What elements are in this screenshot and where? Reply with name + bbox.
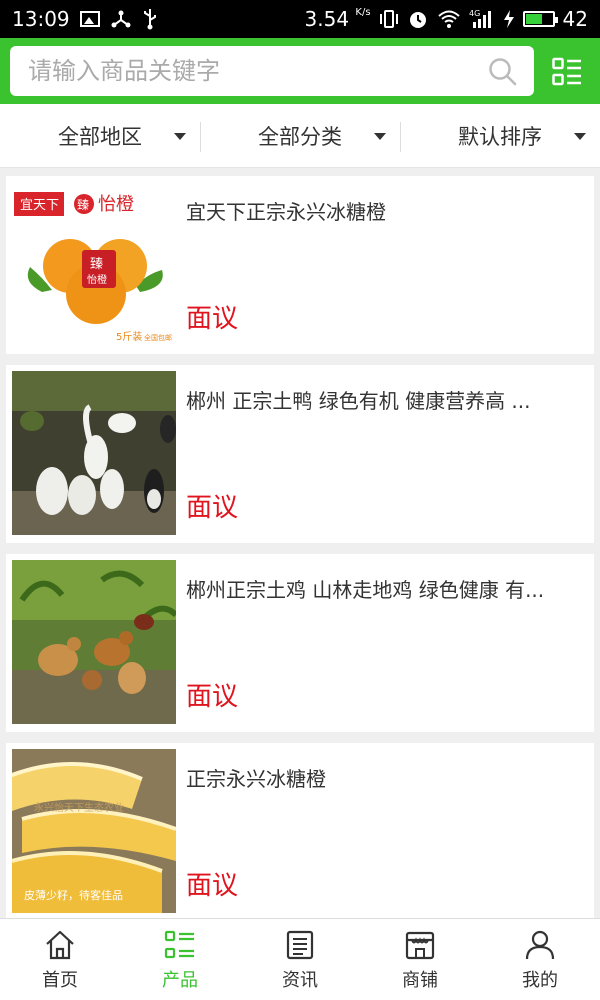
nav-shop-label: 商铺 xyxy=(402,969,438,991)
svg-text:5斤装: 5斤装 xyxy=(116,330,142,343)
filter-sort[interactable]: 默认排序 xyxy=(400,104,600,167)
filter-category-label: 全部分类 xyxy=(258,124,342,149)
caret-down-icon xyxy=(174,133,186,140)
nav-products-label: 产品 xyxy=(162,969,198,991)
filter-sort-label: 默认排序 xyxy=(458,124,542,149)
ducks-image[interactable] xyxy=(12,371,176,535)
filter-bar: 全部地区 全部分类 默认排序 xyxy=(0,104,600,168)
wifi-icon xyxy=(437,10,460,28)
nav-products[interactable]: 产品 xyxy=(120,919,240,1000)
nav-mine[interactable]: 我的 xyxy=(480,919,600,1000)
product-price: 面议 xyxy=(186,493,239,523)
alarm-icon xyxy=(409,12,426,28)
nav-home-label: 首页 xyxy=(42,969,78,991)
svg-text:怡橙: 怡橙 xyxy=(98,194,134,215)
nav-news[interactable]: 资讯 xyxy=(240,919,360,1000)
product-list-icon xyxy=(164,930,194,958)
filter-region-label: 全部地区 xyxy=(58,124,142,149)
nav-home[interactable]: 首页 xyxy=(0,919,120,1000)
svg-text:皮薄少籽，待客佳品: 皮薄少籽，待客佳品 xyxy=(24,888,123,902)
filter-category[interactable]: 全部分类 xyxy=(200,104,400,167)
product-title[interactable]: 郴州正宗土鸡 山林走地鸡 绿色健康 有... xyxy=(186,574,582,603)
product-price: 面议 xyxy=(186,682,239,712)
search-input[interactable] xyxy=(28,57,468,85)
charging-icon xyxy=(503,10,514,28)
nav-news-label: 资讯 xyxy=(282,969,318,991)
svg-text:怡橙: 怡橙 xyxy=(87,273,107,286)
battery-level: 42 xyxy=(562,7,588,31)
news-icon xyxy=(286,930,314,959)
orange-slices-image[interactable]: 永兴怡天下生态农业 皮薄少籽，待客佳品 xyxy=(12,749,176,913)
svg-text:臻: 臻 xyxy=(77,198,89,212)
home-icon xyxy=(46,930,74,959)
orange-product-image[interactable]: 宜天下 臻 怡橙 臻 怡橙 5斤装 全国包邮 xyxy=(12,182,176,346)
caret-down-icon xyxy=(574,133,586,140)
signal-icon: 4G xyxy=(469,9,491,28)
nav-shop[interactable]: 商铺 xyxy=(360,919,480,1000)
status-time: 13:09 xyxy=(12,7,70,31)
vibrate-icon xyxy=(379,10,398,28)
svg-text:宜天下: 宜天下 xyxy=(20,198,59,213)
product-price: 面议 xyxy=(186,304,239,334)
battery-icon xyxy=(522,11,558,27)
svg-text:永兴怡天下生态农业: 永兴怡天下生态农业 xyxy=(34,801,124,814)
product-price: 面议 xyxy=(186,871,239,901)
svg-text:臻: 臻 xyxy=(90,257,103,272)
bottom-nav: 首页 产品 资讯 商铺 我的 xyxy=(0,918,600,1000)
header xyxy=(0,38,600,104)
product-title[interactable]: 正宗永兴冰糖橙 xyxy=(186,763,582,792)
search-icon[interactable] xyxy=(488,57,518,87)
status-bar: 13:09 3.54 K/s 4G 42 xyxy=(0,0,600,38)
shop-icon xyxy=(405,931,435,959)
user-icon xyxy=(525,930,555,959)
product-card[interactable]: 郴州 正宗土鸭 绿色有机 健康营养高 ... 面议 xyxy=(6,365,594,543)
category-menu-icon[interactable] xyxy=(552,57,582,87)
product-title[interactable]: 宜天下正宗永兴冰糖橙 xyxy=(186,196,582,225)
product-title[interactable]: 郴州 正宗土鸭 绿色有机 健康营养高 ... xyxy=(186,385,582,414)
svg-text:全国包邮: 全国包邮 xyxy=(144,333,172,342)
svg-text:4G: 4G xyxy=(469,9,480,18)
product-card[interactable]: 永兴怡天下生态农业 皮薄少籽，待客佳品 正宗永兴冰糖橙 面议 xyxy=(6,743,594,921)
search-box[interactable] xyxy=(10,46,534,96)
filter-region[interactable]: 全部地区 xyxy=(0,104,200,167)
chickens-image[interactable] xyxy=(12,560,176,724)
product-card[interactable]: 宜天下 臻 怡橙 臻 怡橙 5斤装 全国包邮 宜天下正宗永兴冰糖橙 面议 xyxy=(6,176,594,354)
nav-mine-label: 我的 xyxy=(522,969,558,991)
image-icon xyxy=(79,11,100,27)
usb-icon xyxy=(143,9,156,30)
product-card[interactable]: 郴州正宗土鸡 山林走地鸡 绿色健康 有... 面议 xyxy=(6,554,594,732)
network-speed: 3.54 K/s xyxy=(304,7,371,31)
share-icon xyxy=(111,10,131,28)
caret-down-icon xyxy=(374,133,386,140)
